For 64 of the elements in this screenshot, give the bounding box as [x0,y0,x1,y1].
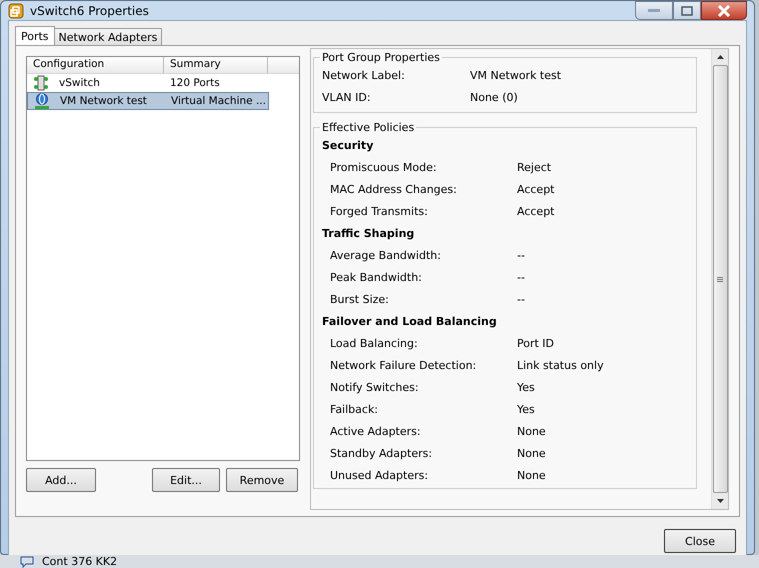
tab[interactable]: Ports [15,26,55,45]
policy-value: -- [517,292,525,306]
group-title: Port Group Properties [321,51,441,64]
maximize-icon [681,6,693,16]
scroll-thumb[interactable] [712,65,728,493]
policy-label: Notify Switches: [329,380,420,394]
policy-value: Yes [517,402,535,416]
section-heading: Security [322,138,374,154]
policy-value: Accept [517,204,554,218]
policy-label: Peak Bandwidth: [329,270,423,284]
list-row[interactable]: vSwitch 120 Ports [27,74,222,92]
property-value: VM Network test [470,68,562,82]
comment-icon [20,556,34,568]
list-action-button[interactable]: Edit... [152,468,220,492]
property-label: VLAN ID: [322,90,372,104]
close-icon [717,4,731,16]
policy-value: None [517,446,546,460]
list-action-button[interactable]: Add... [26,468,96,492]
policy-label: Burst Size: [329,292,390,306]
taskbar-item[interactable]: Cont 376 KK2 [42,555,118,568]
scroll-down-icon[interactable] [716,499,724,503]
policy-value: Reject [517,160,552,174]
policy-label: Failback: [329,402,380,416]
list-row[interactable]: VM Network test Virtual Machine ... [27,92,269,110]
window-title: vSwitch6 Properties [30,4,149,18]
property-value: None (0) [470,90,518,104]
tab[interactable]: Network Adapters [54,28,162,45]
policy-label: Load Balancing: [329,336,419,350]
policy-value: Yes [517,380,535,394]
policy-value: -- [517,248,525,262]
globe-icon [34,93,50,109]
section-heading: Traffic Shaping [322,226,416,242]
section-heading: Failover and Load Balancing [322,314,498,330]
row-name: vSwitch [59,77,100,89]
policy-value: None [517,468,546,482]
policy-value: Port ID [517,336,554,350]
minimize-button[interactable] [635,1,673,20]
policy-label: Average Bandwidth: [329,248,442,262]
close-dialog-button[interactable]: Close [664,529,736,553]
policy-label: Forged Transmits: [329,204,429,218]
policy-label: Network Failure Detection: [329,358,478,372]
close-button[interactable] [701,1,747,20]
group-title: Effective Policies [321,121,416,134]
column-header[interactable]: Configuration [27,57,164,73]
column-header[interactable]: Summary [164,57,268,73]
row-summary: 120 Ports [169,77,221,89]
list-action-button[interactable]: Remove [226,468,298,492]
policy-value: None [517,424,546,438]
policy-label: Active Adapters: [329,424,422,438]
row-name: VM Network test [60,95,147,107]
minimize-icon [648,8,660,12]
property-label: Network Label: [322,68,406,82]
policy-value: Link status only [517,358,604,372]
policy-label: Promiscuous Mode: [329,160,438,174]
policy-label: MAC Address Changes: [329,182,458,196]
maximize-button[interactable] [673,1,701,20]
policy-value: Accept [517,182,554,196]
policy-label: Standby Adapters: [329,446,434,460]
app-logo-icon [8,2,24,18]
policy-label: Unused Adapters: [329,468,430,482]
policy-value: -- [517,270,525,284]
vertical-scrollbar[interactable] [711,49,728,509]
scroll-up-icon[interactable] [716,55,724,59]
row-summary: Virtual Machine ... [170,95,267,107]
